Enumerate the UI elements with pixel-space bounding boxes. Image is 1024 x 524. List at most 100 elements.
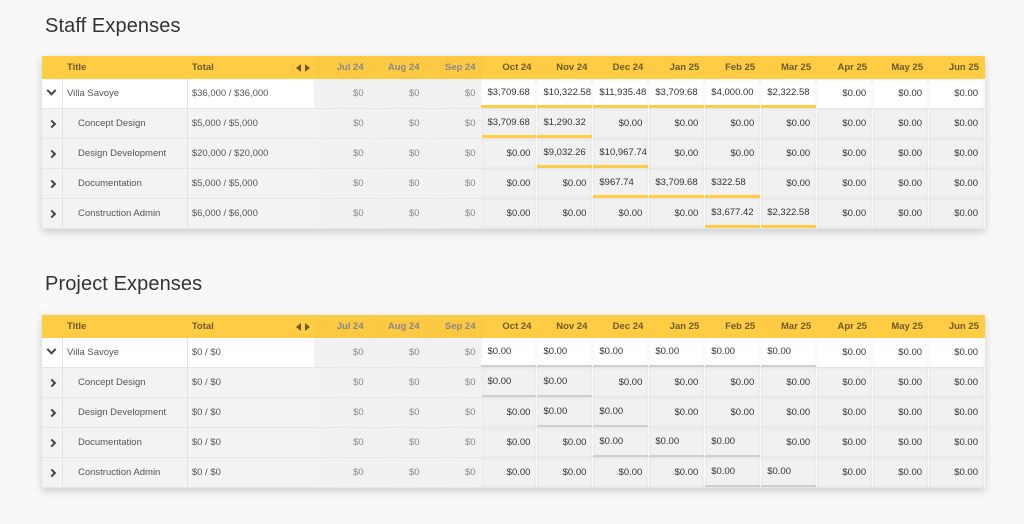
header-title[interactable]: Title — [63, 56, 188, 79]
chevron-right-icon[interactable] — [47, 378, 57, 387]
expand-cell[interactable] — [42, 398, 63, 427]
month-value-cell[interactable]: $0.00 — [705, 428, 762, 457]
month-value-cell[interactable]: $4,000.00 — [705, 79, 762, 108]
header-title[interactable]: Title — [63, 315, 188, 338]
month-value-cell[interactable]: $0.00 — [537, 398, 594, 427]
month-value-cell[interactable]: $0.00 — [649, 458, 706, 487]
month-value-cell[interactable]: $3,709.68 — [481, 79, 538, 108]
month-value-cell[interactable]: $3,709.68 — [649, 79, 706, 108]
month-value-cell[interactable]: $0.00 — [537, 169, 594, 198]
month-value-cell[interactable]: $0.00 — [873, 139, 930, 168]
expand-cell[interactable] — [42, 139, 63, 168]
expand-cell[interactable] — [42, 428, 63, 457]
month-value-cell[interactable]: $0.00 — [817, 139, 874, 168]
chevron-down-icon[interactable] — [47, 344, 57, 355]
month-value-cell[interactable]: $0.00 — [929, 338, 986, 367]
month-value-cell[interactable]: $0.00 — [817, 109, 874, 138]
month-value-cell[interactable]: $0.00 — [929, 139, 985, 168]
month-value-cell[interactable]: $0.00 — [649, 398, 706, 427]
expand-cell[interactable] — [42, 109, 63, 138]
table-row[interactable]: Villa Savoye $0 / $0 $0 $0 $0 $0.00 $0.00 $0.00… — [42, 338, 986, 368]
expand-cell[interactable] — [42, 169, 63, 198]
header-total[interactable]: Total — [188, 315, 314, 338]
expand-cell[interactable] — [42, 368, 63, 397]
caret-left-icon[interactable] — [295, 322, 301, 331]
month-value-cell[interactable]: $0.00 — [817, 368, 874, 397]
chevron-right-icon[interactable] — [47, 468, 57, 477]
month-value-cell[interactable]: $0.00 — [929, 428, 985, 457]
caret-right-icon[interactable] — [304, 322, 310, 331]
month-value-cell[interactable]: $0.00 — [929, 199, 985, 228]
month-value-cell[interactable]: $322.58 — [705, 169, 762, 198]
month-value-cell[interactable]: $0.00 — [705, 458, 762, 487]
month-value-cell[interactable]: $0.00 — [873, 79, 930, 108]
month-value-cell[interactable]: $0.00 — [705, 109, 762, 138]
month-value-cell[interactable]: $0.00 — [705, 368, 762, 397]
month-value-cell[interactable]: $10,322.58 — [537, 79, 594, 108]
month-value-cell[interactable]: $0.00 — [705, 398, 762, 427]
month-value-cell[interactable]: $0.00 — [537, 428, 594, 457]
month-value-cell[interactable]: $0.00 — [873, 368, 930, 397]
expand-cell[interactable] — [42, 79, 63, 108]
month-value-cell[interactable]: $3,677.42 — [705, 199, 762, 228]
month-value-cell[interactable]: $0.00 — [929, 109, 985, 138]
month-value-cell[interactable]: $0.00 — [761, 398, 818, 427]
month-value-cell[interactable]: $0.00 — [761, 169, 818, 198]
expand-cell[interactable] — [42, 338, 63, 367]
month-value-cell[interactable]: $0.00 — [481, 338, 538, 367]
month-value-cell[interactable]: $0.00 — [817, 79, 874, 108]
month-value-cell[interactable]: $0.00 — [873, 109, 930, 138]
month-value-cell[interactable]: $0.00 — [593, 398, 650, 427]
month-value-cell[interactable]: $0.00 — [817, 199, 874, 228]
month-value-cell[interactable]: $0.00 — [537, 338, 594, 367]
table-row[interactable]: Design Development $20,000 / $20,000 $0 $0 $… — [42, 139, 985, 169]
month-value-cell[interactable]: $0.00 — [649, 428, 706, 457]
month-value-cell[interactable]: $0.00 — [481, 368, 538, 397]
chevron-right-icon[interactable] — [47, 119, 57, 128]
month-value-cell[interactable]: $0.00 — [873, 169, 930, 198]
month-value-cell[interactable]: $0.00 — [873, 338, 930, 367]
month-value-cell[interactable]: $0.00 — [593, 428, 650, 457]
table-row[interactable]: Concept Design $5,000 / $5,000 $0 $0 $0 $3,70… — [42, 109, 985, 139]
month-value-cell[interactable]: $2,322.58 — [761, 199, 818, 228]
month-value-cell[interactable]: $0.00 — [873, 458, 930, 487]
chevron-right-icon[interactable] — [47, 149, 57, 158]
table-row[interactable]: Construction Admin $0 / $0 $0 $0 $0 $0.00 $0.0… — [42, 458, 985, 488]
month-value-cell[interactable]: $0.00 — [929, 79, 986, 108]
month-value-cell[interactable]: $0.00 — [761, 109, 818, 138]
caret-left-icon[interactable] — [295, 63, 301, 72]
month-value-cell[interactable]: $0.00 — [649, 338, 706, 367]
month-value-cell[interactable]: $1,290.32 — [537, 109, 594, 138]
month-value-cell[interactable]: $0.00 — [481, 139, 538, 168]
table-row[interactable]: Construction Admin $6,000 / $6,000 $0 $0 $0 $… — [42, 199, 985, 229]
month-value-cell[interactable]: $0.00 — [481, 169, 538, 198]
month-value-cell[interactable]: $3,709.68 — [481, 109, 538, 138]
chevron-right-icon[interactable] — [47, 438, 57, 447]
month-value-cell[interactable]: $0.00 — [593, 458, 650, 487]
month-value-cell[interactable]: $0.00 — [649, 199, 706, 228]
month-value-cell[interactable]: $0.00 — [817, 338, 874, 367]
month-value-cell[interactable]: $0.00 — [481, 428, 538, 457]
month-value-cell[interactable]: $0.00 — [817, 428, 874, 457]
caret-right-icon[interactable] — [304, 63, 310, 72]
month-value-cell[interactable]: $0.00 — [593, 199, 650, 228]
table-row[interactable]: Concept Design $0 / $0 $0 $0 $0 $0.00 $0.00 $0.… — [42, 368, 985, 398]
month-value-cell[interactable]: $0.00 — [929, 368, 985, 397]
month-value-cell[interactable]: $0.00 — [537, 458, 594, 487]
month-value-cell[interactable]: $0.00 — [873, 199, 930, 228]
table-row[interactable]: Documentation $0 / $0 $0 $0 $0 $0.00 $0.00 $0.0… — [42, 428, 985, 458]
month-value-cell[interactable]: $0.00 — [817, 169, 874, 198]
month-value-cell[interactable]: $0.00 — [649, 368, 706, 397]
month-value-cell[interactable]: $0.00 — [481, 199, 538, 228]
month-value-cell[interactable]: $0.00 — [761, 139, 818, 168]
header-total[interactable]: Total — [188, 56, 314, 79]
table-row[interactable]: Design Development $0 / $0 $0 $0 $0 $0.00 $0.0… — [42, 398, 985, 428]
month-value-cell[interactable]: $0.00 — [593, 368, 650, 397]
month-value-cell[interactable]: $0.00 — [593, 338, 650, 367]
table-row[interactable]: Documentation $5,000 / $5,000 $0 $0 $0 $0.00 $… — [42, 169, 985, 199]
month-value-cell[interactable]: $0.00 — [761, 428, 818, 457]
month-value-cell[interactable]: $0.00 — [593, 109, 650, 138]
month-value-cell[interactable]: $0.00 — [873, 428, 930, 457]
month-value-cell[interactable]: $967.74 — [593, 169, 650, 198]
month-value-cell[interactable]: $2,322.58 — [761, 79, 818, 108]
